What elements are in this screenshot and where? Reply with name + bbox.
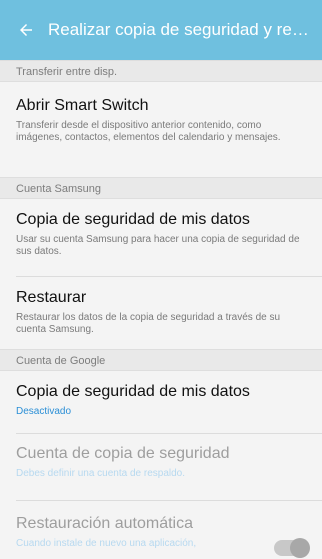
list-item-samsung-backup[interactable]: Copia de seguridad de mis datos Usar su … xyxy=(0,210,322,258)
item-title: Restaurar xyxy=(16,289,87,306)
app-bar: Realizar copia de seguridad y rest... xyxy=(0,0,322,60)
item-status: Desactivado xyxy=(16,406,72,417)
item-subtitle: Restaurar los datos de la copia de segur… xyxy=(16,312,281,335)
list-item-google-backup[interactable]: Copia de seguridad de mis datos Desactiv… xyxy=(0,382,322,418)
section-header-samsung-account: Cuenta Samsung xyxy=(0,177,322,199)
page-title: Realizar copia de seguridad y rest... xyxy=(48,20,310,39)
list-item-backup-account[interactable]: Cuenta de copia de seguridad Debes defin… xyxy=(0,444,322,480)
back-button[interactable] xyxy=(14,18,38,42)
item-title: Copia de seguridad de mis datos xyxy=(16,383,250,400)
divider xyxy=(16,500,322,501)
section-header-transfer: Transferir entre disp. xyxy=(0,60,322,82)
item-subtitle: Cuando instale de nuevo una aplicación, xyxy=(16,538,197,549)
item-subtitle: Debes definir una cuenta de respaldo. xyxy=(16,468,186,479)
item-subtitle: Usar su cuenta Samsung para hacer una co… xyxy=(16,234,300,257)
list-item-smart-switch[interactable]: Abrir Smart Switch Transferir desde el d… xyxy=(0,96,322,144)
item-title: Copia de seguridad de mis datos xyxy=(16,211,250,228)
section-header-google-account: Cuenta de Google xyxy=(0,349,322,371)
item-subtitle: Transferir desde el dispositivo anterior… xyxy=(16,120,281,143)
auto-restore-toggle[interactable] xyxy=(274,538,310,558)
item-title: Abrir Smart Switch xyxy=(16,97,149,114)
toggle-knob xyxy=(290,538,310,558)
arrow-back-icon xyxy=(20,24,32,36)
item-title: Restauración automática xyxy=(16,515,193,532)
list-item-restore[interactable]: Restaurar Restaurar los datos de la copi… xyxy=(0,288,322,336)
divider xyxy=(16,433,322,434)
item-title: Cuenta de copia de seguridad xyxy=(16,445,230,462)
divider xyxy=(16,276,322,277)
